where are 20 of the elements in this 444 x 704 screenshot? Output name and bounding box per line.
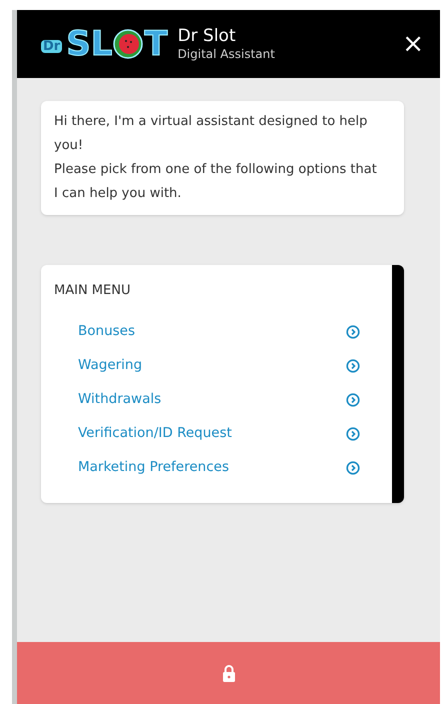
logo-text: SL [66, 27, 112, 61]
menu-item[interactable]: Wagering [41, 348, 392, 382]
menu-item[interactable]: Withdrawals [41, 382, 392, 416]
chevron-circle-icon [346, 392, 360, 406]
menu-title: MAIN MENU [53, 282, 132, 300]
assistant-subtitle: Digital Assistant [178, 47, 275, 62]
chevron-circle-icon [346, 324, 360, 338]
assistant-name: Dr Slot [178, 26, 237, 48]
chevron-circle-icon [346, 426, 360, 440]
menu-item[interactable]: Marketing Preferences [41, 450, 392, 484]
chevron-circle-icon [346, 460, 360, 474]
close-button[interactable]: × [402, 31, 424, 57]
message-text: Please pick from one of the following options that I can help you with. [54, 161, 378, 203]
logo-prefix: Dr [41, 40, 62, 53]
menu-item[interactable]: Bonuses [41, 314, 392, 348]
watermelon-icon [113, 29, 144, 59]
logo-text: T [144, 27, 168, 61]
message-text: Hi there, I'm a virtual assistant designed to help you! [54, 113, 368, 155]
menu-item[interactable]: Verification/ID Request [41, 416, 392, 450]
chevron-circle-icon [346, 358, 360, 372]
